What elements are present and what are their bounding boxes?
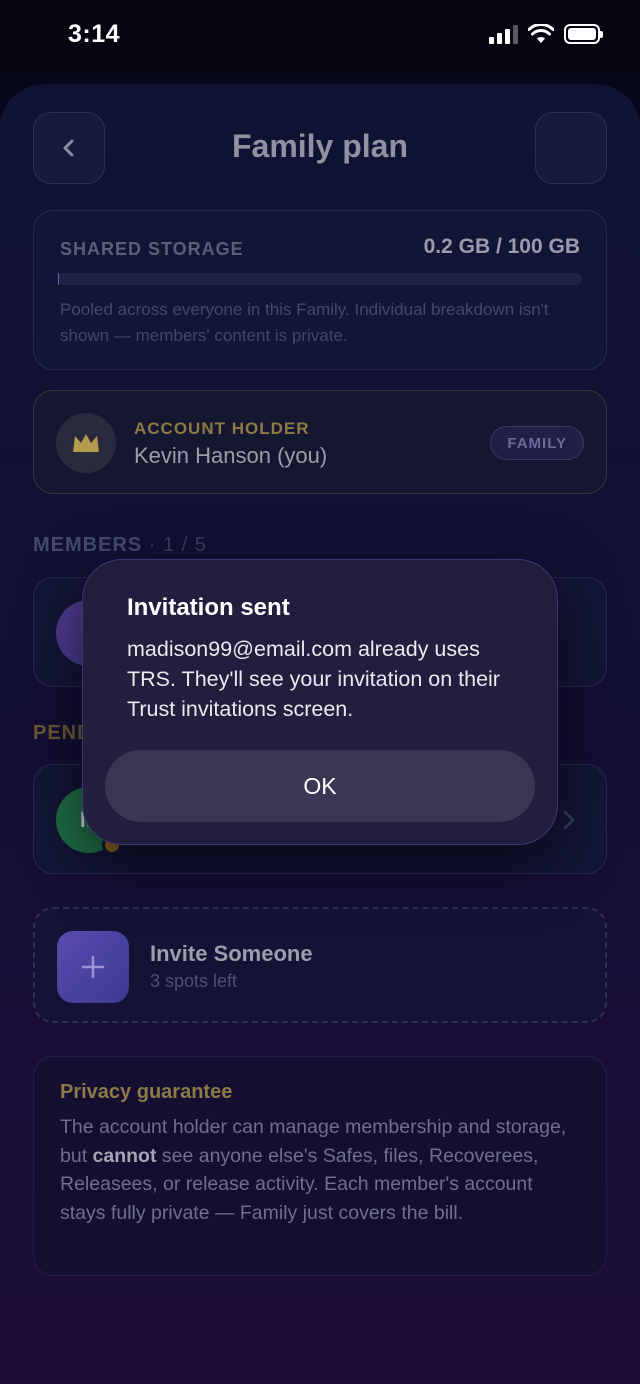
plus-icon-tile [57, 931, 129, 1003]
chevron-right-icon [563, 810, 575, 830]
storage-label: SHARED STORAGE [60, 239, 244, 259]
storage-note: Pooled across everyone in this Family. I… [60, 300, 549, 345]
members-title: MEMBERS [33, 534, 143, 556]
account-holder-name: Kevin Hanson (you) [134, 443, 328, 468]
ok-button[interactable]: OK [105, 750, 535, 822]
wifi-icon [528, 24, 554, 43]
storage-card: SHARED STORAGE 0.2 GB / 100 GB Pooled ac… [33, 210, 607, 370]
cellular-signal-icon [489, 24, 518, 44]
members-count: · 1 / 5 [142, 534, 207, 556]
invite-subtitle: 3 spots left [150, 971, 238, 991]
family-badge: FAMILY [490, 426, 584, 460]
status-time: 3:14 [68, 20, 121, 48]
invite-someone-button[interactable]: Invite Someone 3 spots left [33, 907, 607, 1023]
invite-title: Invite Someone [150, 941, 313, 966]
members-section-title: MEMBERS · 1 / 5 [33, 534, 207, 557]
avatar [56, 413, 116, 473]
storage-progress-fill [58, 273, 60, 285]
account-holder-label: ACCOUNT HOLDER [134, 419, 310, 438]
privacy-body: The account holder can manage membership… [60, 1113, 580, 1227]
crown-icon [73, 434, 99, 452]
storage-value: 0.2 GB / 100 GB [423, 235, 580, 258]
dialog-message: madison99@email.com already uses TRS. Th… [127, 637, 500, 721]
dialog-title: Invitation sent [127, 594, 290, 621]
storage-progress-bar [58, 273, 582, 285]
status-bar: 3:14 [0, 0, 640, 72]
privacy-body-emphasis: cannot [92, 1144, 157, 1167]
battery-icon [564, 24, 603, 44]
header-action-button[interactable] [535, 112, 607, 184]
invitation-sent-dialog: Invitation sent madison99@email.com alre… [82, 559, 558, 845]
privacy-card: Privacy guarantee The account holder can… [33, 1056, 607, 1276]
privacy-title: Privacy guarantee [60, 1081, 233, 1103]
status-icons [489, 24, 603, 44]
account-holder-card[interactable]: ACCOUNT HOLDER Kevin Hanson (you) FAMILY [33, 390, 607, 494]
screen: 3:14 Family plan SHARED STORAGE 0.2 GB /… [0, 0, 640, 1384]
plus-icon [81, 955, 105, 979]
